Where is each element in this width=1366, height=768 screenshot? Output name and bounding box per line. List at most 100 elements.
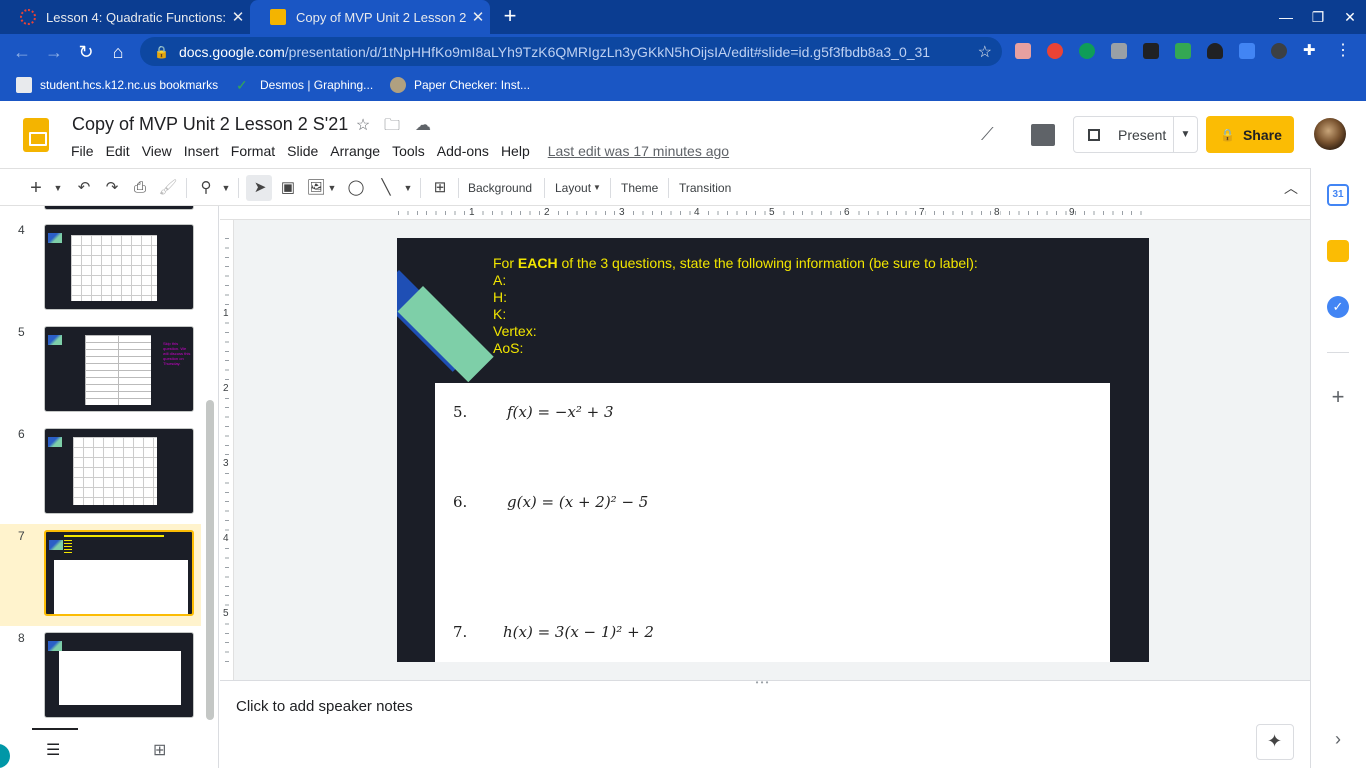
back-icon[interactable]: ← [10, 40, 34, 64]
omnibox[interactable]: 🔒 docs.google.com/presentation/d/1tNpHHf… [140, 37, 1002, 66]
paint-format-icon[interactable]: 🖌 [158, 177, 178, 199]
translate-icon[interactable] [1239, 43, 1255, 59]
slide-thumbnail-6[interactable] [44, 428, 194, 514]
shape-icon[interactable]: ◯ [346, 177, 366, 199]
menu-help[interactable]: Help [501, 142, 536, 159]
speaker-notes-area[interactable]: • • • [220, 679, 1310, 768]
slides-logo-icon[interactable] [23, 118, 49, 152]
vertical-ruler[interactable]: 1 2 3 4 5 [220, 220, 234, 680]
bookmark-folder[interactable]: student.hcs.k12.nc.us bookmarks [16, 77, 218, 93]
ruler-number: 3 [223, 458, 229, 469]
redo-icon[interactable]: ↷ [102, 177, 122, 199]
home-icon[interactable]: ⌂ [106, 40, 130, 64]
slide-thumbnail-3[interactable] [44, 206, 194, 210]
bookmark-star-icon[interactable]: ☆ [978, 42, 992, 62]
zoom-dropdown-icon[interactable]: ▼ [220, 177, 232, 199]
extension-icon[interactable] [1015, 43, 1031, 59]
assistant-bubble[interactable] [0, 744, 10, 768]
slide-thumbnail-8[interactable] [44, 632, 194, 718]
instruction-text-box[interactable]: For EACH of the 3 questions, state the f… [493, 255, 978, 357]
text-box-icon[interactable]: ▣ [278, 177, 298, 199]
menu-edit[interactable]: Edit [106, 142, 136, 159]
speaker-notes-placeholder[interactable]: Click to add speaker notes [236, 698, 413, 715]
slide-thumbnail-4[interactable] [44, 224, 194, 310]
close-tab-icon[interactable]: ✕ [226, 8, 250, 26]
minimize-icon[interactable]: — [1271, 6, 1301, 28]
menu-slide[interactable]: Slide [287, 142, 324, 159]
browser-tab-active[interactable]: Copy of MVP Unit 2 Lesson 2 S'2 ✕ [250, 0, 490, 34]
present-dropdown-icon[interactable]: ▼ [1173, 117, 1197, 152]
chrome-menu-icon[interactable]: ⋮ [1335, 43, 1351, 59]
add-on-plus-icon[interactable]: + [1327, 386, 1349, 408]
account-avatar[interactable] [1314, 118, 1346, 150]
grid-view-icon[interactable]: ⊞ [153, 740, 166, 760]
questions-paper [54, 560, 188, 614]
cloud-status-icon[interactable]: ☁ [414, 117, 432, 135]
resize-handle[interactable]: • • • [752, 679, 772, 687]
activity-trend-icon[interactable]: ⟋ [981, 124, 1005, 146]
image-dropdown-icon[interactable]: ▼ [326, 177, 338, 199]
new-tab-button[interactable]: + [498, 4, 522, 28]
last-edit-link[interactable]: Last edit was 17 minutes ago [548, 142, 735, 159]
browser-tab[interactable]: Lesson 4: Quadratic Functions: T ✕ [0, 0, 250, 34]
extension-icon[interactable] [1143, 43, 1159, 59]
print-icon[interactable]: ⎙ [130, 177, 150, 199]
menu-view[interactable]: View [142, 142, 178, 159]
image-icon[interactable]: 🖼 [306, 177, 326, 199]
close-tab-icon[interactable]: ✕ [466, 8, 490, 26]
present-button[interactable]: Present ▼ [1073, 116, 1198, 153]
line-dropdown-icon[interactable]: ▼ [402, 177, 414, 199]
menu-format[interactable]: Format [231, 142, 281, 159]
menu-add-ons[interactable]: Add-ons [437, 142, 495, 159]
expand-panel-icon[interactable]: › [1327, 728, 1349, 750]
menu-arrange[interactable]: Arrange [330, 142, 386, 159]
questions-image[interactable]: 5. f(x) = −x² + 3 6. g(x) = (x + 2)² − 5… [435, 383, 1110, 662]
undo-icon[interactable]: ↶ [74, 177, 94, 199]
share-button[interactable]: 🔒 Share [1206, 116, 1294, 153]
line-icon[interactable]: ╲ [376, 177, 396, 199]
tasks-icon[interactable]: ✓ [1327, 296, 1349, 318]
filmstrip-scrollbar[interactable] [206, 400, 214, 720]
bookmark-item[interactable]: Paper Checker: Inst... [390, 77, 530, 93]
extension-icon[interactable] [1271, 43, 1287, 59]
classroom-extension-icon[interactable] [1175, 43, 1191, 59]
theme-button[interactable]: Theme [621, 177, 658, 199]
zoom-icon[interactable]: ⚲ [196, 177, 216, 199]
document-title[interactable]: Copy of MVP Unit 2 Lesson 2 S'21 [72, 114, 348, 135]
comment-history-icon[interactable] [1031, 124, 1055, 146]
reload-icon[interactable]: ↻ [74, 40, 98, 64]
collapse-toolbar-icon[interactable]: ︿ [1280, 177, 1302, 199]
shield-icon[interactable] [1207, 43, 1223, 59]
menu-file[interactable]: File [71, 142, 100, 159]
menu-tools[interactable]: Tools [392, 142, 431, 159]
extension-icon[interactable] [1079, 43, 1095, 59]
calendar-icon[interactable]: 31 [1327, 184, 1349, 206]
slide-thumbnail-5[interactable]: Skip this question. We will discuss this… [44, 326, 194, 412]
toolbar-divider [420, 178, 421, 198]
slide-thumbnail-7-selected[interactable] [44, 530, 194, 616]
star-icon[interactable]: ☆ [354, 117, 372, 135]
explore-button[interactable] [1256, 724, 1294, 760]
horizontal-ruler[interactable]: 1 2 3 4 5 6 7 8 9 [220, 206, 1310, 220]
screencast-extension-icon[interactable] [1047, 43, 1063, 59]
current-slide[interactable]: For EACH of the 3 questions, state the f… [397, 238, 1149, 662]
maximize-icon[interactable]: ❐ [1303, 6, 1333, 28]
close-window-icon[interactable]: ✕ [1335, 6, 1365, 28]
layout-dropdown-icon[interactable]: ▼ [592, 177, 602, 199]
background-button[interactable]: Background [468, 177, 532, 199]
keep-icon[interactable] [1327, 240, 1349, 262]
new-slide-icon[interactable]: + [26, 177, 46, 199]
extensions-puzzle-icon[interactable]: ✚ [1303, 43, 1319, 59]
move-folder-icon[interactable]: 🗀 [383, 117, 401, 135]
new-slide-dropdown-icon[interactable]: ▼ [52, 177, 64, 199]
layout-button[interactable]: Layout [555, 177, 591, 199]
filmstrip-view-icon[interactable]: ☰ [46, 740, 60, 760]
field-label-h: H: [493, 289, 507, 305]
forward-icon[interactable]: → [42, 40, 66, 64]
menu-insert[interactable]: Insert [184, 142, 225, 159]
transition-button[interactable]: Transition [679, 177, 731, 199]
insert-comment-icon[interactable]: ⊞ [430, 177, 450, 199]
extension-icon[interactable] [1111, 43, 1127, 59]
url-text[interactable]: docs.google.com/presentation/d/1tNpHHfKo… [179, 44, 930, 60]
bookmark-item[interactable]: ✓ Desmos | Graphing... [236, 77, 373, 93]
